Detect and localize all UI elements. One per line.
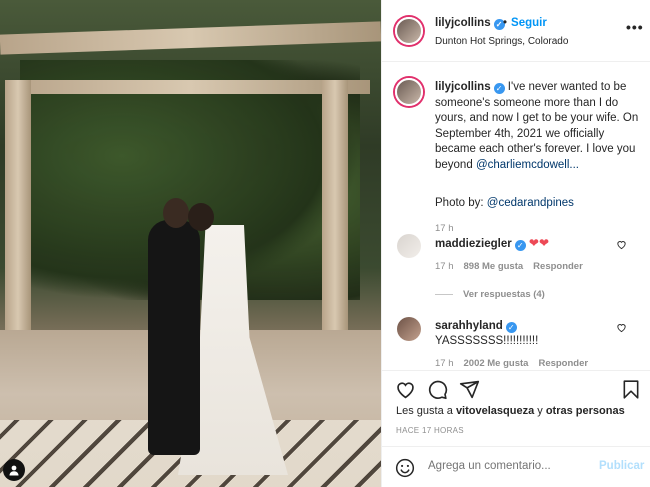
photo-credit: Photo by: @cedarandpines xyxy=(435,197,645,209)
comment-text: sarahhyland ✓ YASSSSSSS!!!!!!!!!!! xyxy=(435,319,615,349)
avatar[interactable] xyxy=(397,317,421,341)
comment-meta: 17 h 898 Me gusta Responder xyxy=(435,261,593,272)
likes-others[interactable]: otras personas xyxy=(546,405,625,417)
photo-by-label: Photo by: xyxy=(435,197,487,209)
header-username[interactable]: lilyjcollins ✓ xyxy=(435,17,505,30)
heart-icon[interactable] xyxy=(616,322,627,336)
likes-user[interactable]: vitovelasqueza xyxy=(456,405,534,417)
heart-icon[interactable] xyxy=(395,379,416,403)
comment-time: 17 h xyxy=(435,261,454,272)
reply-button[interactable]: Responder xyxy=(533,261,583,272)
share-icon[interactable] xyxy=(459,379,480,403)
separator: • xyxy=(503,17,508,29)
photo-post xyxy=(322,80,348,350)
comment-likes[interactable]: 898 Me gusta xyxy=(464,261,524,272)
comment-meta: 17 h 2002 Me gusta Responder xyxy=(435,358,598,369)
photo-suit xyxy=(148,220,200,455)
photo-beam xyxy=(10,80,370,94)
username-text[interactable]: lilyjcollins xyxy=(435,17,491,29)
photo-by-mention[interactable]: @cedarandpines xyxy=(487,197,574,209)
comment-body: ❤❤ xyxy=(528,236,550,250)
add-comment-bar: Publicar xyxy=(382,446,650,487)
location-link[interactable]: Dunton Hot Springs, Colorado xyxy=(435,36,568,47)
caption-mention[interactable]: @charliemcdowell... xyxy=(476,159,579,171)
comment-username[interactable]: maddieziegler xyxy=(435,238,512,250)
publish-button[interactable]: Publicar xyxy=(599,460,644,472)
verified-icon: ✓ xyxy=(514,240,526,251)
post-photo[interactable] xyxy=(0,0,381,487)
action-bar xyxy=(382,370,650,402)
comment-icon[interactable] xyxy=(427,379,448,403)
view-replies-button[interactable]: Ver respuestas (4) xyxy=(435,289,545,300)
avatar[interactable] xyxy=(395,17,423,45)
caption-time: 17 h xyxy=(435,223,454,234)
photo-head xyxy=(163,198,189,228)
verified-icon: ✓ xyxy=(493,83,505,94)
comment-time: 17 h xyxy=(435,358,454,369)
comment-body: YASSSSSSS!!!!!!!!!!! xyxy=(435,335,539,347)
likes-mid: y xyxy=(534,405,546,417)
reply-button[interactable]: Responder xyxy=(538,358,588,369)
comments-section: lilyjcollins ✓ I've never wanted to be so… xyxy=(382,62,650,370)
comment-likes[interactable]: 2002 Me gusta xyxy=(464,358,529,369)
avatar[interactable] xyxy=(395,78,423,106)
follow-label[interactable]: Seguir xyxy=(511,17,547,29)
comment-username[interactable]: sarahhyland xyxy=(435,320,503,332)
user-tag-icon[interactable] xyxy=(3,459,25,481)
likes-prefix: Les gusta a xyxy=(396,405,456,417)
comment-text: maddieziegler ✓ ❤❤ xyxy=(435,236,615,252)
bookmark-icon[interactable] xyxy=(621,379,641,403)
photo-head xyxy=(188,203,214,231)
photo-beam xyxy=(0,21,381,55)
caption-username[interactable]: lilyjcollins xyxy=(435,81,491,93)
comment-input[interactable] xyxy=(428,460,578,472)
photo-post xyxy=(5,80,31,340)
heart-icon[interactable] xyxy=(616,239,627,253)
likes-summary[interactable]: Les gusta a vitovelasqueza y otras perso… xyxy=(396,405,625,417)
avatar[interactable] xyxy=(397,234,421,258)
caption-text: lilyjcollins ✓ I've never wanted to be so… xyxy=(435,80,645,173)
replies-divider xyxy=(435,293,453,295)
view-replies-label[interactable]: Ver respuestas (4) xyxy=(463,289,545,300)
verified-icon: ✓ xyxy=(505,322,517,333)
post-header: lilyjcollins ✓ • Seguir Dunton Hot Springs… xyxy=(382,0,650,62)
post-panel: lilyjcollins ✓ • Seguir Dunton Hot Springs… xyxy=(381,0,650,487)
follow-button[interactable]: • Seguir xyxy=(503,17,547,29)
more-icon[interactable]: ••• xyxy=(626,19,644,35)
caption-body: I've never wanted to be someone's someon… xyxy=(435,81,639,171)
post-timestamp: HACE 17 HORAS xyxy=(396,426,464,435)
emoji-icon[interactable] xyxy=(395,458,415,481)
